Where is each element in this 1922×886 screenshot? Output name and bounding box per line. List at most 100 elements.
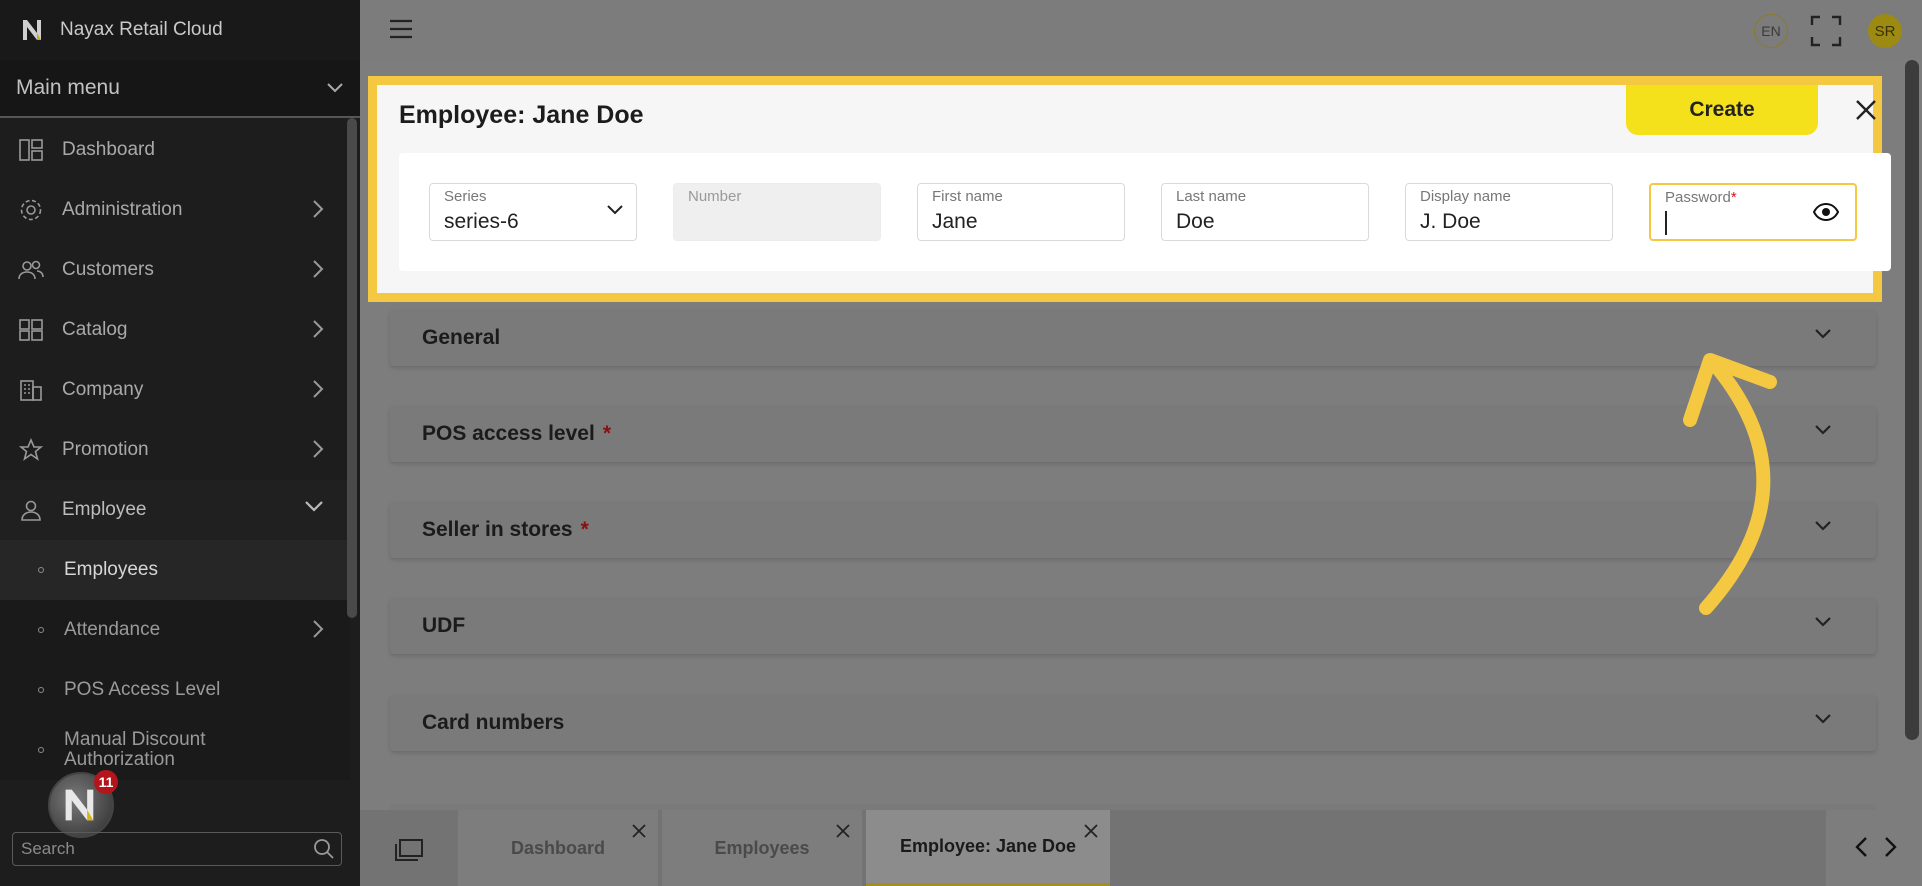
sidebar-item-company[interactable]: Company [0, 360, 350, 420]
chevron-down-icon [1815, 425, 1831, 435]
person-icon [18, 497, 44, 523]
sidebar-item-employee[interactable]: Employee [0, 480, 350, 540]
series-select[interactable]: Series series-6 [429, 183, 637, 241]
section-card-numbers[interactable]: Card numbers [390, 695, 1876, 751]
gear-icon [18, 197, 44, 223]
close-icon[interactable] [632, 824, 646, 838]
section-title-text: UDF [422, 614, 466, 637]
main-scrollbar[interactable] [1905, 60, 1919, 740]
tab-employee-jane-doe[interactable]: Employee: Jane Doe [866, 810, 1110, 886]
bullet-icon [38, 627, 44, 633]
sidebar-subitem-pos-access-level[interactable]: POS Access Level [0, 660, 350, 720]
bottom-tab-bar: Dashboard Employees Employee: Jane Doe [360, 810, 1922, 886]
tab-label: Employees [714, 837, 810, 858]
display-name-field[interactable]: Display name J. Doe [1405, 183, 1613, 241]
sidebar-item-label: Promotion [62, 439, 149, 460]
section-title-text: Seller in stores [422, 518, 573, 541]
sidebar-subitem-attendance[interactable]: Attendance [0, 600, 350, 660]
sidebar-subitem-label: Attendance [64, 619, 161, 640]
chevron-right-icon [313, 200, 324, 218]
create-button[interactable]: Create [1626, 85, 1818, 135]
menu-list: Dashboard Administration Customers Catal… [0, 120, 350, 780]
chevron-down-icon [305, 501, 323, 512]
chevron-down-icon [1815, 714, 1831, 724]
section-title: POS access level * [422, 422, 611, 446]
users-icon [18, 257, 44, 283]
sidebar-item-promotion[interactable]: Promotion [0, 420, 350, 480]
notification-badge: 11 [94, 770, 118, 794]
chevron-down-icon [1815, 617, 1831, 627]
hamburger-menu-icon[interactable] [388, 18, 414, 40]
sidebar-item-dashboard[interactable]: Dashboard [0, 120, 350, 180]
section-title: Seller in stores * [422, 518, 589, 542]
employee-fields-card: Series series-6 Number First name Jane L… [399, 153, 1891, 271]
page-title: Employee: Jane Doe [399, 101, 644, 129]
bullet-icon [38, 747, 44, 753]
sidebar-item-customers[interactable]: Customers [0, 240, 350, 300]
sidebar-subitem-manual-discount[interactable]: Manual Discount Authorization [0, 720, 350, 780]
chevron-right-icon [313, 380, 324, 398]
tab-nav [1826, 810, 1922, 886]
number-label: Number [688, 188, 742, 205]
eye-icon[interactable] [1813, 203, 1839, 221]
main-menu-label: Main menu [16, 76, 120, 99]
topbar: EN SR [360, 0, 1922, 60]
tab-dashboard[interactable]: Dashboard [458, 810, 658, 886]
chevron-right-icon [313, 260, 324, 278]
sidebar-item-label: Company [62, 379, 144, 400]
required-mark: * [1730, 189, 1737, 206]
password-field[interactable]: Password* [1649, 183, 1857, 241]
sidebar-item-catalog[interactable]: Catalog [0, 300, 350, 360]
chevron-down-icon [607, 205, 623, 215]
sidebar-item-label: Catalog [62, 319, 128, 340]
grid-icon [18, 317, 44, 343]
section-title: General [422, 326, 508, 350]
series-label: Series [444, 188, 487, 205]
first-name-field[interactable]: First name Jane [917, 183, 1125, 241]
chevron-right-icon [313, 440, 324, 458]
first-name-value: Jane [932, 210, 978, 233]
search-icon [314, 839, 334, 859]
nayax-logo-icon [23, 20, 41, 40]
fullscreen-icon[interactable] [1810, 15, 1842, 47]
employee-header-panel: Employee: Jane Doe Create Series series-… [368, 76, 1891, 302]
dashboard-icon [18, 137, 44, 163]
sidebar-subitem-label: Employees [64, 559, 158, 580]
section-udf[interactable]: UDF [390, 598, 1876, 654]
last-name-value: Doe [1176, 210, 1215, 233]
close-icon[interactable] [1855, 99, 1877, 121]
tutorial-arrow-icon [1683, 353, 1777, 615]
chevron-left-icon[interactable] [1854, 836, 1868, 858]
main-menu-toggle[interactable]: Main menu [0, 60, 360, 118]
section-seller-in-stores[interactable]: Seller in stores * [390, 502, 1876, 558]
user-avatar[interactable]: SR [1868, 14, 1902, 48]
last-name-field[interactable]: Last name Doe [1161, 183, 1369, 241]
sidebar-item-administration[interactable]: Administration [0, 180, 350, 240]
section-general[interactable]: General [390, 310, 1876, 366]
password-label-text: Password [1665, 189, 1731, 206]
chevron-down-icon [1815, 329, 1831, 339]
text-cursor [1665, 211, 1667, 235]
star-icon [18, 437, 44, 463]
close-icon[interactable] [1084, 824, 1098, 838]
sidebar-subitem-employees[interactable]: Employees [0, 540, 350, 600]
section-title-text: Card numbers [422, 711, 565, 734]
display-name-value: J. Doe [1420, 210, 1481, 233]
section-title-text: POS access level [422, 422, 595, 445]
section-pos-access-level[interactable]: POS access level * [390, 406, 1876, 462]
close-icon[interactable] [836, 824, 850, 838]
sidebar-scrollbar[interactable] [347, 118, 357, 618]
sidebar-subitem-label: Manual Discount Authorization [64, 729, 206, 770]
sidebar: Nayax Retail Cloud Main menu Dashboard A… [0, 0, 360, 886]
sidebar-search-input[interactable]: Search [12, 832, 342, 866]
language-button[interactable]: EN [1754, 14, 1788, 48]
building-icon [18, 377, 44, 403]
chevron-right-icon[interactable] [1884, 836, 1898, 858]
last-name-label: Last name [1176, 188, 1247, 205]
tab-employees[interactable]: Employees [662, 810, 862, 886]
required-mark: * [602, 422, 611, 445]
chevron-right-icon [313, 320, 324, 338]
brand-name: Nayax Retail Cloud [60, 19, 223, 40]
windows-icon[interactable] [394, 838, 424, 862]
bullet-icon [38, 567, 44, 573]
